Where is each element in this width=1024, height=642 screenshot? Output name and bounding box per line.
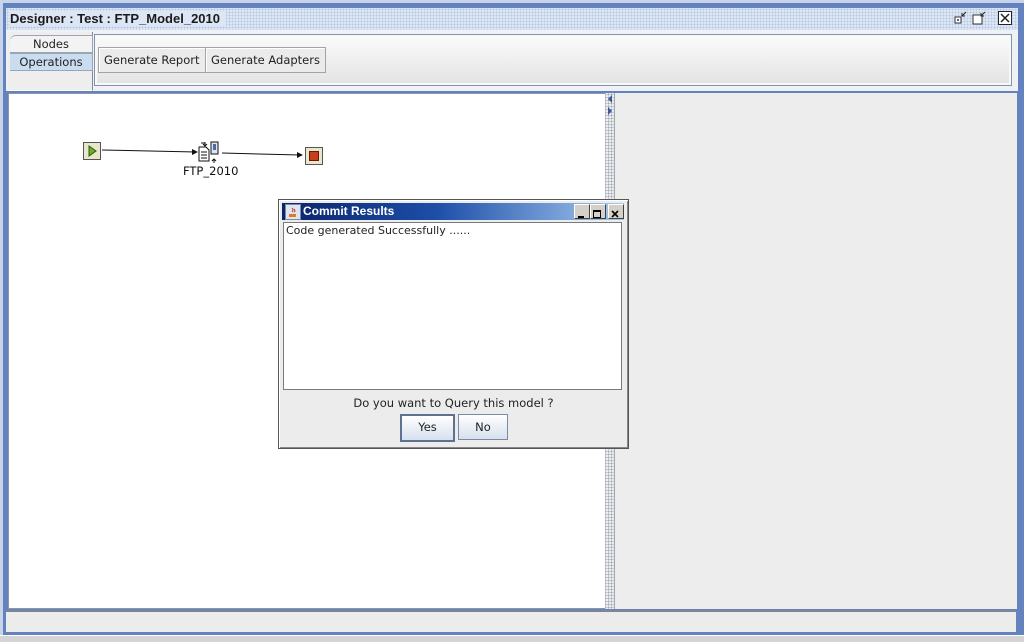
minimize-icon[interactable] bbox=[954, 11, 968, 25]
close-icon[interactable] bbox=[608, 204, 624, 219]
no-button[interactable]: No bbox=[458, 414, 508, 440]
arrowhead-icon bbox=[297, 152, 303, 158]
close-icon[interactable] bbox=[998, 11, 1012, 25]
stop-icon bbox=[309, 151, 319, 161]
ftp-node-label: FTP_2010 bbox=[183, 164, 239, 178]
yes-button[interactable]: Yes bbox=[400, 414, 455, 442]
commit-results-dialog: Commit Results Code generated Successful… bbox=[278, 199, 629, 449]
properties-panel bbox=[614, 93, 1017, 609]
connector-start-to-ftp bbox=[101, 149, 197, 153]
minimize-icon[interactable] bbox=[574, 204, 590, 219]
query-question: Do you want to Query this model ? bbox=[353, 396, 554, 410]
flow-connectors bbox=[101, 141, 303, 163]
arrow-right-icon[interactable] bbox=[608, 107, 612, 115]
start-node[interactable] bbox=[83, 142, 101, 160]
java-cup-icon bbox=[285, 204, 301, 220]
arrow-left-icon[interactable] bbox=[608, 95, 612, 103]
arrowhead-icon bbox=[192, 149, 198, 155]
dialog-title-bar[interactable]: Commit Results bbox=[282, 203, 624, 220]
stop-node[interactable] bbox=[305, 147, 323, 165]
restore-icon[interactable] bbox=[972, 11, 986, 25]
connector-ftp-to-stop bbox=[221, 152, 301, 156]
status-bar bbox=[6, 610, 1016, 632]
dialog-title: Commit Results bbox=[303, 204, 395, 218]
maximize-icon[interactable] bbox=[590, 204, 606, 219]
play-icon bbox=[88, 145, 97, 157]
ftp-document-icon[interactable] bbox=[198, 141, 219, 163]
result-message: Code generated Successfully ...... bbox=[283, 222, 622, 390]
